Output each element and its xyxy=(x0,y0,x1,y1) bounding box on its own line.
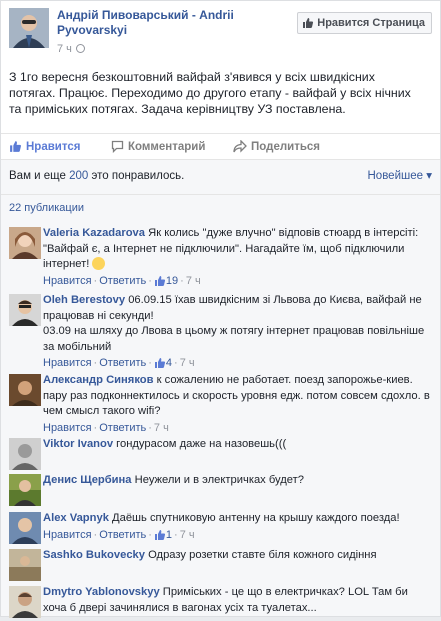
post-time-text[interactable]: 7 ч xyxy=(57,43,72,55)
comment-text: Неужели и в электричках будет? xyxy=(134,474,304,486)
commenter-avatar[interactable] xyxy=(9,227,41,259)
thumbs-up-icon xyxy=(154,529,166,547)
comment-reply-link[interactable]: Ответить xyxy=(99,357,146,369)
smile-emoji-icon xyxy=(92,257,106,270)
comments-section: Вам и еще 200 это понравилось. Новейшее … xyxy=(1,159,440,618)
comment-reply-link[interactable]: Ответить xyxy=(99,422,146,434)
comment-body: Valeria Kazadarova Як колись "дуже влучн… xyxy=(43,226,432,292)
commenter-name[interactable]: Александр Синяков xyxy=(43,374,154,386)
action-bar: Нравится Комментарий Поделиться xyxy=(1,133,440,159)
commenter-avatar[interactable] xyxy=(9,474,41,506)
likes-prefix: Вам и еще xyxy=(9,170,70,182)
sort-dropdown[interactable]: Новейшее ▾ xyxy=(368,168,433,182)
comment-time[interactable]: 7 ч xyxy=(180,357,195,369)
like-action-label: Нравится xyxy=(26,141,81,153)
separator: · xyxy=(180,274,184,287)
comment-action[interactable]: Комментарий xyxy=(111,140,206,154)
commenter-name[interactable]: Sashko Bukovecky xyxy=(43,549,145,561)
comment-body: Viktor Ivanov гондурасом даже на назовеш… xyxy=(43,437,432,453)
comment-text: гондурасом даже на назовешь((( xyxy=(116,438,287,450)
like-page-button[interactable]: Нравится Страница xyxy=(297,12,432,34)
thumbs-up-icon xyxy=(154,275,166,293)
comment-reply-link[interactable]: Ответить xyxy=(99,529,146,541)
comment-body: Dmytro Yablonovskyy Приміських - це що в… xyxy=(43,585,432,616)
commenter-avatar[interactable] xyxy=(9,586,41,618)
commenter-name[interactable]: Oleh Berestovy xyxy=(43,294,125,306)
separator: · xyxy=(174,357,178,369)
comment-body: Alex Vapnyk Даёшь спутниковую антенну на… xyxy=(43,511,432,546)
comment-time[interactable]: 7 ч xyxy=(154,422,169,434)
comment-time[interactable]: 7 ч xyxy=(180,529,195,541)
commenter-name[interactable]: Alex Vapnyk xyxy=(43,512,109,524)
comments-count[interactable]: 22 публикации xyxy=(1,194,440,216)
like-page-label: Нравится Страница xyxy=(317,17,425,29)
thumbs-up-icon xyxy=(154,357,166,375)
commenter-name[interactable]: Valeria Kazadarova xyxy=(43,227,145,239)
author-name[interactable]: Андрій Пивоварський - Andrii Pyvovarskyi xyxy=(57,8,307,38)
separator: · xyxy=(148,528,152,541)
commenter-avatar[interactable] xyxy=(9,512,41,544)
share-action[interactable]: Поделиться xyxy=(233,139,321,153)
commenter-name[interactable]: Viktor Ivanov xyxy=(43,438,113,450)
likes-count-link[interactable]: 200 xyxy=(69,170,88,182)
commenter-avatar[interactable] xyxy=(9,294,41,326)
comment-text: Одразу розетки ставте біля кожного сидін… xyxy=(148,549,377,561)
thumbs-up-icon xyxy=(10,141,21,152)
comment-text: Даёшь спутниковую антенну на крышу каждо… xyxy=(112,512,400,524)
comment-time[interactable]: 7 ч xyxy=(186,275,201,287)
separator: · xyxy=(174,528,178,541)
post-text: З 1го вересня безкоштовний вайфай з'явив… xyxy=(9,70,411,116)
likes-summary: Вам и еще 200 это понравилось. Новейшее … xyxy=(9,168,432,188)
commenter-avatar[interactable] xyxy=(9,549,41,581)
author-avatar[interactable] xyxy=(9,8,49,48)
comment-meta: Нравится · Ответить · 1 · 7 ч xyxy=(43,528,432,547)
comment-body: Денис Щербина Неужели и в электричках бу… xyxy=(43,473,432,489)
comment-body: Александр Синяков к сожалению не работае… xyxy=(43,373,432,436)
thumbs-up-icon xyxy=(303,18,314,28)
comment-meta: Нравится · Ответить · 7 ч xyxy=(43,421,432,437)
commenter-avatar[interactable] xyxy=(9,374,41,406)
comment-meta: Нравится · Ответить · 4 · 7 ч xyxy=(43,356,432,375)
comment-body: Sashko Bukovecky Одразу розетки ставте б… xyxy=(43,548,432,564)
comment-meta: Нравится · Ответить · 19 · 7 ч xyxy=(43,274,432,293)
globe-icon xyxy=(75,44,85,53)
comment-like-link[interactable]: Нравится xyxy=(43,422,92,434)
separator: · xyxy=(148,274,152,287)
comment-like-link[interactable]: Нравится xyxy=(43,275,92,287)
commenter-avatar[interactable] xyxy=(9,438,41,470)
post-card: Андрій Пивоварський - Andrii Pyvovarskyi… xyxy=(0,0,441,618)
commenter-name[interactable]: Dmytro Yablonovskyy xyxy=(43,586,160,598)
separator: · xyxy=(148,357,152,369)
share-icon xyxy=(233,139,247,153)
comment-likes-count[interactable]: 19 xyxy=(166,275,178,287)
comment-reply-link[interactable]: Ответить xyxy=(99,275,146,287)
commenter-name[interactable]: Денис Щербина xyxy=(43,474,132,486)
like-action[interactable]: Нравится xyxy=(9,140,80,153)
post-header: Андрій Пивоварський - Andrii Pyvovarskyi… xyxy=(9,6,432,58)
comment-action-label: Комментарий xyxy=(128,141,206,153)
separator: · xyxy=(148,421,152,434)
likes-text: Вам и еще 200 это понравилось. xyxy=(9,170,184,182)
share-action-label: Поделиться xyxy=(251,141,321,153)
post-time[interactable]: 7 ч xyxy=(57,43,85,55)
comment-like-link[interactable]: Нравится xyxy=(43,357,92,369)
likes-suffix: это понравилось. xyxy=(88,170,185,182)
comment-icon xyxy=(111,140,124,154)
comment-like-link[interactable]: Нравится xyxy=(43,529,92,541)
comment-body: Oleh Berestovy 06.09.15 їхав швидкісним … xyxy=(43,293,432,375)
